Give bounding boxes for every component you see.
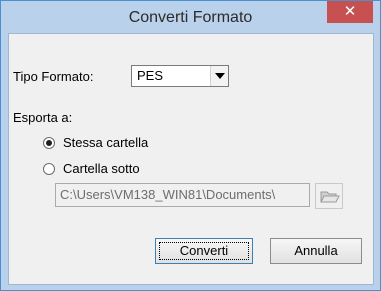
radio-subfolder[interactable]	[43, 163, 55, 175]
chevron-down-icon	[215, 73, 225, 79]
radio-same-folder-label[interactable]: Stessa cartella	[63, 135, 148, 150]
title-bar[interactable]: Converti Formato ✕	[1, 1, 380, 33]
folder-open-icon	[320, 191, 340, 203]
radio-subfolder-label[interactable]: Cartella sotto	[63, 161, 140, 176]
convert-button[interactable]: Converti	[155, 238, 253, 264]
browse-folder-button	[315, 183, 343, 209]
close-icon: ✕	[343, 3, 357, 20]
close-button[interactable]: ✕	[327, 1, 373, 23]
radio-same-folder[interactable]	[43, 137, 55, 149]
dialog-window: Converti Formato ✕ Tipo Formato: PES Esp…	[0, 0, 381, 291]
cancel-button-label: Annulla	[294, 243, 338, 258]
focus-rectangle	[159, 242, 249, 260]
format-dropdown[interactable]: PES	[131, 65, 229, 87]
format-selected-value: PES	[137, 68, 164, 83]
cancel-button[interactable]: Annulla	[270, 238, 362, 264]
dialog-body: Tipo Formato: PES Esporta a: Stessa cart…	[8, 33, 374, 285]
format-label: Tipo Formato:	[13, 69, 94, 84]
export-path-field: C:\Users\VM138_WIN81\Documents\	[55, 183, 310, 207]
export-path-value: C:\Users\VM138_WIN81\Documents\	[60, 187, 276, 202]
dropdown-arrow-button[interactable]	[210, 66, 228, 86]
window-title: Converti Formato	[128, 9, 253, 26]
export-label: Esporta a:	[13, 110, 73, 125]
radio-selected-dot	[46, 140, 52, 146]
